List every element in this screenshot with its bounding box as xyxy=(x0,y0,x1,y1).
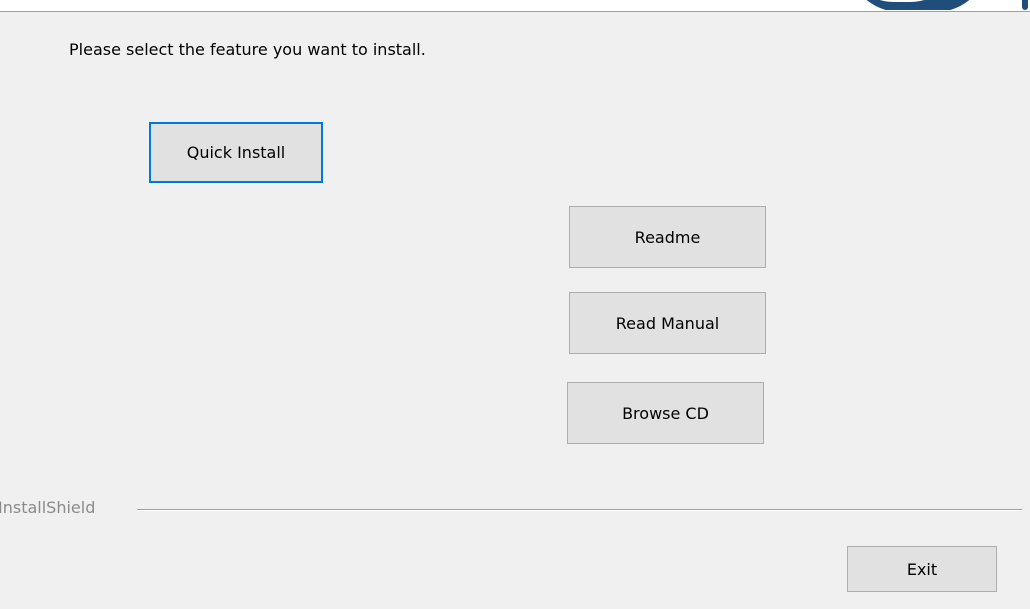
browse-cd-button[interactable]: Browse CD xyxy=(567,382,764,444)
read-manual-button[interactable]: Read Manual xyxy=(569,292,766,354)
installshield-brand-label: InstallShield xyxy=(0,498,96,517)
logo-edge-mark xyxy=(1022,0,1028,10)
instruction-text: Please select the feature you want to in… xyxy=(69,40,426,59)
installer-logo xyxy=(848,0,998,10)
footer-divider xyxy=(137,509,1022,511)
quick-install-button[interactable]: Quick Install xyxy=(149,122,323,183)
exit-button[interactable]: Exit xyxy=(847,546,997,592)
readme-button[interactable]: Readme xyxy=(569,206,766,268)
logo-swoosh xyxy=(848,0,988,10)
setup-dialog: Please select the feature you want to in… xyxy=(0,0,1030,609)
